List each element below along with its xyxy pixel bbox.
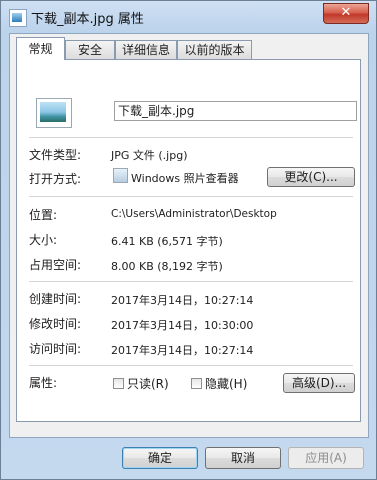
opens-with-value: Windows 照片查看器: [131, 172, 239, 185]
location-value: C:\Users\Administrator\Desktop: [111, 208, 277, 220]
opens-with-label: 打开方式:: [29, 172, 82, 186]
title-bar[interactable]: 下载_副本.jpg 属性 ✕: [1, 1, 376, 33]
divider: [29, 365, 353, 366]
size-label: 大小:: [29, 233, 58, 247]
divider: [29, 281, 353, 282]
general-panel: 下载_副本.jpg 文件类型: JPG 文件 (.jpg) 打开方式: Wind…: [16, 59, 361, 422]
location-label: 位置:: [29, 208, 58, 222]
file-type-value: JPG 文件 (.jpg): [111, 149, 188, 162]
apply-button[interactable]: 应用(A): [288, 447, 364, 469]
size-value: 6.41 KB (6,571 字节): [111, 235, 223, 248]
hidden-label[interactable]: 隐藏(H): [205, 375, 247, 392]
tab-security[interactable]: 安全: [65, 40, 115, 59]
window-title: 下载_副本.jpg 属性: [31, 12, 144, 27]
accessed-value: 2017年3月14日，10:27:14: [111, 344, 254, 357]
accessed-label: 访问时间:: [29, 342, 82, 356]
image-file-icon: [9, 9, 27, 27]
modified-label: 修改时间:: [29, 317, 82, 331]
dialog-body: 常规 安全 详细信息 以前的版本 下载_副本.jpg 文件类型: JPG 文件 …: [9, 33, 369, 438]
tab-previous-versions[interactable]: 以前的版本: [177, 40, 252, 59]
readonly-checkbox[interactable]: [113, 378, 124, 389]
image-thumbnail-icon: [36, 98, 72, 128]
filename-field[interactable]: 下载_副本.jpg: [114, 101, 357, 121]
attributes-label: 属性:: [29, 376, 58, 390]
properties-dialog: 下载_副本.jpg 属性 ✕ 常规 安全 详细信息 以前的版本 下载_副本.jp…: [0, 0, 377, 480]
advanced-button[interactable]: 高级(D)...: [283, 373, 355, 393]
modified-value: 2017年3月14日，10:30:00: [111, 319, 254, 332]
ok-button[interactable]: 确定: [122, 447, 198, 469]
created-value: 2017年3月14日，10:27:14: [111, 294, 254, 307]
divider: [29, 196, 353, 197]
tab-general[interactable]: 常规: [16, 37, 65, 60]
cancel-button[interactable]: 取消: [205, 447, 281, 469]
divider: [29, 137, 353, 138]
photo-viewer-icon: [113, 168, 128, 183]
tab-details[interactable]: 详细信息: [115, 40, 177, 59]
change-button[interactable]: 更改(C)...: [267, 167, 355, 187]
file-type-label: 文件类型:: [29, 148, 82, 162]
close-button[interactable]: ✕: [323, 3, 369, 24]
size-on-disk-value: 8.00 KB (8,192 字节): [111, 260, 223, 273]
size-on-disk-label: 占用空间:: [29, 258, 82, 272]
readonly-label[interactable]: 只读(R): [127, 375, 169, 392]
hidden-checkbox[interactable]: [191, 378, 202, 389]
created-label: 创建时间:: [29, 292, 82, 306]
